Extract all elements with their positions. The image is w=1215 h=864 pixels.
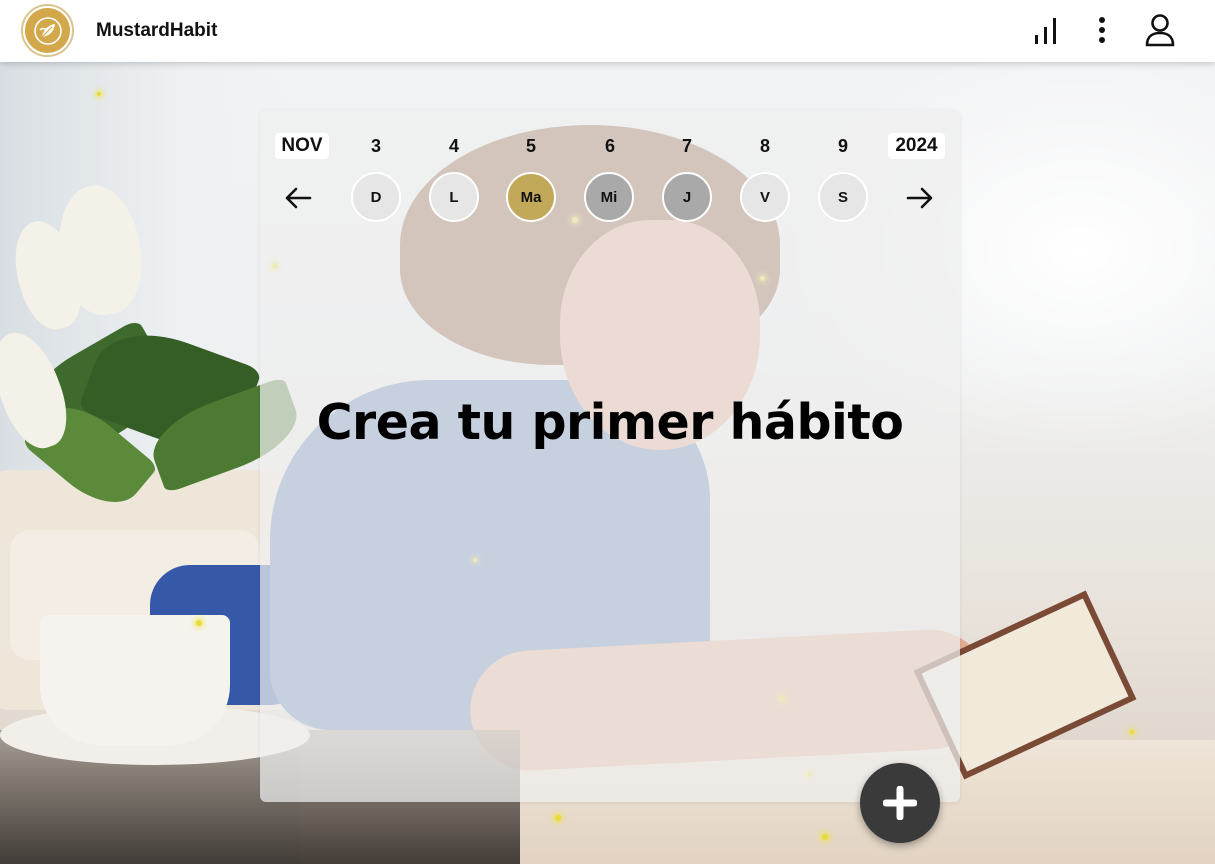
arrow-right-icon [906, 187, 933, 209]
arrow-left-icon [285, 187, 312, 209]
sparkle [196, 620, 202, 626]
day-number: 3 [370, 136, 381, 156]
day-selector-monday[interactable]: L [429, 172, 479, 222]
year-label: 2024 [888, 133, 945, 159]
next-week-button[interactable] [902, 180, 938, 216]
sparkle [555, 815, 561, 821]
day-number: 8 [759, 136, 770, 156]
leaf-logo-icon [25, 8, 70, 53]
day-number: 9 [837, 136, 848, 156]
day-selector-sunday[interactable]: D [351, 172, 401, 222]
coffee-cup [40, 615, 230, 745]
stats-icon [1035, 18, 1056, 44]
habits-card: NOV 2024 3 4 5 6 7 8 9 D L Ma Mi J V S C… [260, 110, 960, 802]
day-number: 4 [448, 136, 459, 156]
app-name: MustardHabit [96, 20, 218, 41]
top-app-bar: MustardHabit [0, 0, 1215, 62]
day-number: 6 [604, 136, 615, 156]
month-label: NOV [275, 133, 329, 159]
day-selector-saturday[interactable]: S [818, 172, 868, 222]
day-selector-friday[interactable]: V [740, 172, 790, 222]
more-options-button[interactable] [1082, 10, 1122, 50]
sparkle [97, 92, 101, 96]
day-selector-thursday[interactable]: J [662, 172, 712, 222]
day-selector-tuesday[interactable]: Ma [506, 172, 556, 222]
day-number: 7 [681, 136, 692, 156]
plus-icon [883, 786, 917, 820]
empty-state-title: Crea tu primer hábito [316, 394, 904, 451]
stats-button[interactable] [1026, 10, 1066, 50]
account-icon [1145, 14, 1175, 47]
add-habit-button[interactable] [860, 763, 940, 843]
app-logo[interactable] [21, 4, 74, 57]
sparkle [822, 834, 828, 840]
sparkle [1130, 730, 1134, 734]
previous-week-button[interactable] [280, 180, 316, 216]
account-button[interactable] [1140, 10, 1180, 50]
more-vert-icon [1099, 17, 1105, 43]
day-selector-wednesday[interactable]: Mi [584, 172, 634, 222]
day-number: 5 [525, 136, 536, 156]
